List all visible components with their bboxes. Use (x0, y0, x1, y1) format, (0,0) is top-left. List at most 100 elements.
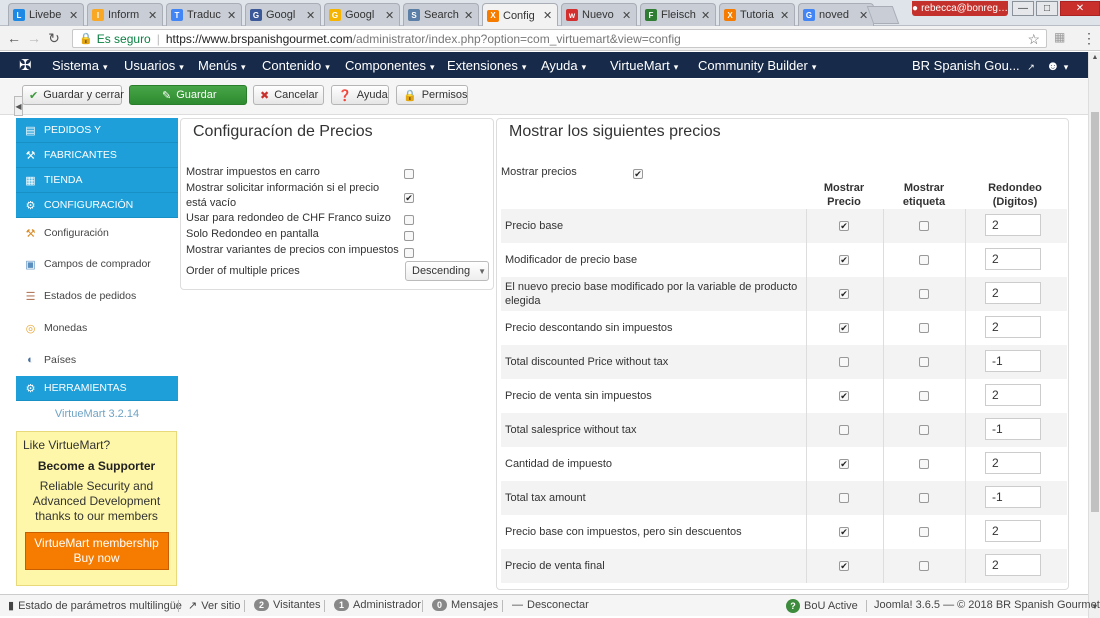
tab-close-icon[interactable]: ✕ (543, 9, 553, 22)
admin-status[interactable]: 1 Administrador (334, 599, 421, 611)
browser-tab[interactable]: w Nuevo ✕ (561, 3, 637, 26)
nav-menu-2[interactable]: Usuarios ▾ (124, 58, 184, 73)
show-price-checkbox[interactable]: ✔ (839, 561, 849, 571)
nav-menu-6[interactable]: Extensiones ▾ (447, 58, 526, 73)
save-button[interactable]: ✎ Guardar (129, 85, 247, 105)
browser-tab[interactable]: G Googl ✕ (245, 3, 321, 26)
tab-close-icon[interactable]: ✕ (780, 9, 790, 22)
show-price-checkbox[interactable] (839, 425, 849, 435)
price-option-checkbox[interactable] (404, 215, 414, 225)
help-button[interactable]: ❓ Ayuda (331, 85, 389, 105)
rounding-input[interactable]: 2 (985, 316, 1041, 338)
show-label-checkbox[interactable] (919, 561, 929, 571)
browser-tab[interactable]: S Search ✕ (403, 3, 479, 26)
scroll-up-icon[interactable]: ▲ (1089, 54, 1100, 61)
sidebar-item[interactable]: ⚒ FABRICANTES (16, 143, 178, 168)
scroll-thumb[interactable] (1091, 112, 1099, 512)
sidebar-item[interactable]: ◎ Monedas (16, 312, 178, 344)
site-name-link[interactable]: BR Spanish Gou... ↗ (912, 58, 1035, 73)
browser-tab[interactable]: F Fleisch ✕ (640, 3, 716, 26)
show-label-checkbox[interactable] (919, 323, 929, 333)
show-label-checkbox[interactable] (919, 425, 929, 435)
price-option-checkbox[interactable] (404, 248, 414, 258)
view-site-link[interactable]: ↗ Ver sitio (188, 599, 240, 613)
sidebar-item[interactable]: ⚙ CONFIGURACIÓN (16, 193, 178, 218)
page-scrollbar[interactable]: ▲ ▼ (1088, 52, 1100, 618)
browser-tab[interactable]: I Inform ✕ (87, 3, 163, 26)
nav-menu-9[interactable]: Community Builder ▾ (698, 58, 816, 73)
tab-close-icon[interactable]: ✕ (148, 9, 158, 22)
show-price-checkbox[interactable]: ✔ (839, 323, 849, 333)
tab-close-icon[interactable]: ✕ (701, 9, 711, 22)
show-price-checkbox[interactable] (839, 357, 849, 367)
sidebar-item[interactable]: ⚒ Configuración (16, 218, 178, 248)
sidebar-item[interactable]: ☰ Estados de pedidos (16, 280, 178, 312)
sidebar-item[interactable]: ▦ TIENDA (16, 168, 178, 193)
order-prices-select[interactable]: Descending ▼ (405, 261, 489, 281)
show-price-checkbox[interactable] (839, 493, 849, 503)
membership-buy-button[interactable]: VirtueMart membership Buy now (24, 532, 169, 570)
sidebar-item[interactable]: ◐ Países (16, 344, 178, 376)
visitors-status[interactable]: 2 Visitantes (254, 599, 321, 611)
close-window-button[interactable]: ✕ (1060, 1, 1100, 16)
nav-menu-1[interactable]: Sistema ▾ (52, 58, 108, 73)
show-price-checkbox[interactable]: ✔ (839, 255, 849, 265)
rounding-input[interactable]: 2 (985, 520, 1041, 542)
show-price-checkbox[interactable]: ✔ (839, 289, 849, 299)
user-menu[interactable]: ☻ ▾ (1046, 58, 1068, 73)
extension-icon[interactable]: ▦ (1054, 30, 1065, 44)
show-label-checkbox[interactable] (919, 255, 929, 265)
nav-menu-7[interactable]: Ayuda ▾ (541, 58, 586, 73)
browser-tab[interactable]: T Traduc ✕ (166, 3, 242, 26)
tab-close-icon[interactable]: ✕ (622, 9, 632, 22)
forward-arrow-icon[interactable]: → (24, 30, 44, 46)
maximize-button[interactable]: □ (1036, 1, 1058, 16)
show-label-checkbox[interactable] (919, 527, 929, 537)
tab-close-icon[interactable]: ✕ (227, 9, 237, 22)
show-price-checkbox[interactable]: ✔ (839, 527, 849, 537)
rounding-input[interactable]: -1 (985, 350, 1041, 372)
nav-menu-4[interactable]: Contenido ▾ (262, 58, 330, 73)
bookmark-star-icon[interactable]: ☆ (1027, 31, 1040, 48)
browser-tab[interactable]: X Config ✕ (482, 3, 558, 27)
minimize-button[interactable]: — (1012, 1, 1034, 16)
browser-tab[interactable]: L Livebe ✕ (8, 3, 84, 26)
browser-menu-icon[interactable]: ⋮ (1082, 30, 1096, 47)
sidebar-item[interactable]: ▣ Campos de comprador (16, 248, 178, 280)
cancel-button[interactable]: ✖ Cancelar (253, 85, 324, 105)
show-price-checkbox[interactable]: ✔ (839, 459, 849, 469)
permissions-button[interactable]: 🔒 Permisos (396, 85, 468, 105)
browser-tab[interactable]: Gnoved ✕ (798, 3, 874, 26)
show-label-checkbox[interactable] (919, 221, 929, 231)
tab-close-icon[interactable]: ✕ (464, 9, 474, 22)
rounding-input[interactable]: -1 (985, 486, 1041, 508)
logout-link[interactable]: — Desconectar (512, 599, 589, 611)
nav-menu-8[interactable]: VirtueMart ▾ (610, 58, 678, 73)
browser-user-profile[interactable]: ● rebecca@bonreg… (912, 1, 1008, 16)
save-close-button[interactable]: ✔ Guardar y cerrar (22, 85, 124, 105)
rounding-input[interactable]: 2 (985, 384, 1041, 406)
new-tab-button[interactable] (866, 6, 900, 24)
reload-icon[interactable]: ↻ (44, 30, 64, 47)
messages-status[interactable]: 0 Mensajes (432, 599, 498, 611)
sidebar-item[interactable]: ▤ PEDIDOS Y (16, 118, 178, 143)
show-price-checkbox[interactable]: ✔ (839, 391, 849, 401)
show-price-checkbox[interactable]: ✔ (839, 221, 849, 231)
rounding-input[interactable]: 2 (985, 554, 1041, 576)
tab-close-icon[interactable]: ✕ (385, 9, 395, 22)
rounding-input[interactable]: 2 (985, 214, 1041, 236)
price-option-checkbox[interactable]: ✔ (404, 193, 414, 203)
show-label-checkbox[interactable] (919, 459, 929, 469)
multilang-status[interactable]: ▮ Estado de parámetros multilingüe (8, 599, 182, 613)
rounding-input[interactable]: 2 (985, 282, 1041, 304)
price-option-checkbox[interactable] (404, 169, 414, 179)
sidebar-collapse-toggle[interactable]: ◀ (14, 96, 23, 116)
url-field[interactable]: 🔒 Es seguro | https://www.brspanishgourm… (72, 29, 1047, 48)
show-label-checkbox[interactable] (919, 391, 929, 401)
browser-tab[interactable]: G Googl ✕ (324, 3, 400, 26)
browser-tab[interactable]: X Tutoria ✕ (719, 3, 795, 26)
joomla-logo-icon[interactable]: ✠ (19, 56, 32, 74)
show-label-checkbox[interactable] (919, 493, 929, 503)
show-prices-checkbox[interactable]: ✔ (633, 169, 643, 179)
show-label-checkbox[interactable] (919, 357, 929, 367)
